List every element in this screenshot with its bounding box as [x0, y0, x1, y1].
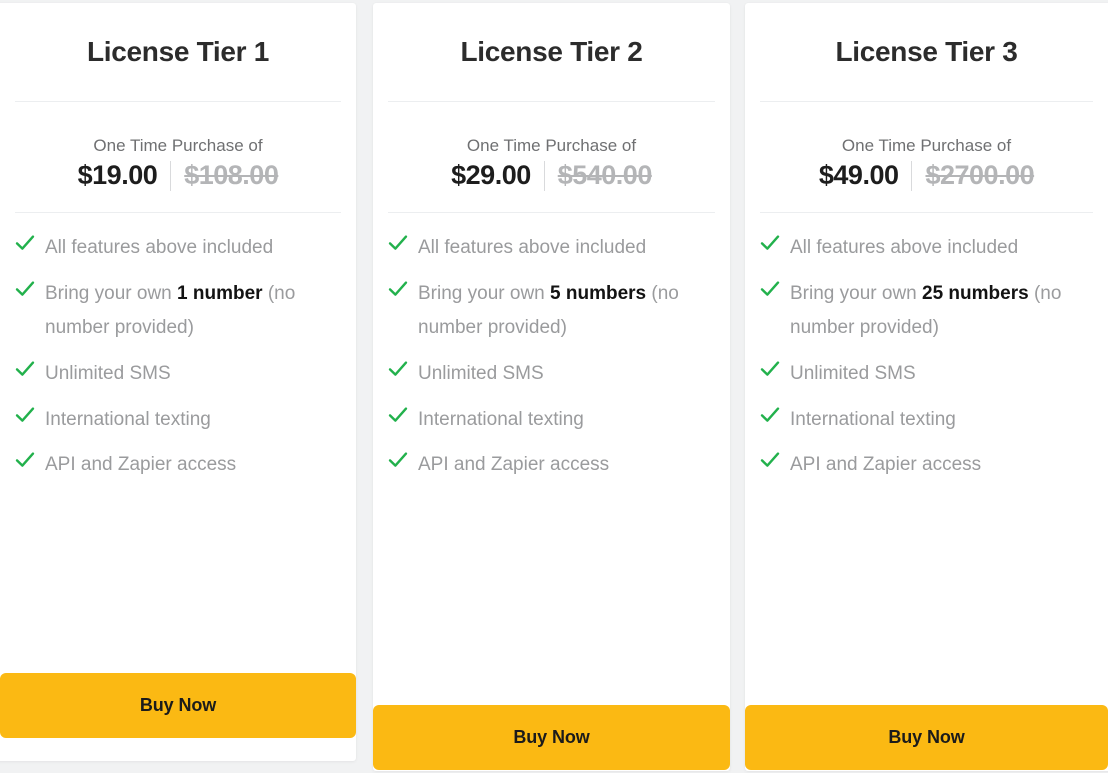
feature-list: All features above included Bring your ow…: [373, 213, 730, 705]
price-block: One Time Purchase of $49.00 $2700.00: [745, 102, 1108, 212]
buy-now-button[interactable]: Buy Now: [745, 705, 1108, 770]
feature-label: Unlimited SMS: [45, 362, 171, 384]
list-item: International texting: [387, 403, 702, 437]
price-separator: [543, 160, 545, 191]
feature-emphasis: 5 numbers: [550, 283, 647, 305]
price-caption: One Time Purchase of: [93, 136, 263, 155]
feature-label: API and Zapier access: [418, 454, 610, 476]
buy-now-button[interactable]: Buy Now: [0, 673, 356, 738]
feature-label: Unlimited SMS: [418, 362, 544, 384]
price-caption: One Time Purchase of: [466, 136, 637, 155]
list-item: All features above included: [387, 231, 702, 265]
feature-label: All features above included: [418, 237, 647, 259]
list-item: All features above included: [14, 231, 332, 265]
list-item: API and Zapier access: [14, 448, 332, 482]
feature-label: International texting: [418, 408, 584, 430]
feature-list: All features above included Bring your ow…: [745, 213, 1108, 705]
buy-now-button[interactable]: Buy Now: [373, 705, 730, 770]
current-price: $19.00: [77, 160, 158, 191]
check-icon: [759, 357, 781, 381]
price-row: $19.00 $108.00: [15, 160, 341, 191]
check-icon: [387, 357, 409, 381]
page-title: License Tier 2: [460, 35, 643, 67]
list-item: Bring your own 25 numbers (no number pro…: [759, 277, 1085, 345]
page-title: License Tier 1: [86, 35, 270, 67]
feature-label: International texting: [45, 408, 211, 430]
page-title: License Tier 3: [835, 35, 1018, 67]
feature-label: Bring your own 1 number (no number provi…: [45, 283, 296, 338]
list-item: International texting: [14, 403, 332, 437]
feature-label: API and Zapier access: [45, 454, 237, 476]
check-icon: [387, 231, 409, 255]
current-price: $49.00: [818, 160, 899, 191]
check-icon: [759, 403, 781, 427]
list-item: Bring your own 1 number (no number provi…: [14, 277, 332, 345]
pricing-card-tier-2: License Tier 2 One Time Purchase of $29.…: [373, 3, 730, 771]
feature-label: All features above included: [45, 237, 274, 259]
pricing-table: License Tier 1 One Time Purchase of $19.…: [0, 0, 1108, 773]
price-caption: One Time Purchase of: [841, 136, 1012, 155]
original-price: $108.00: [184, 160, 279, 191]
check-icon: [14, 277, 36, 301]
list-item: International texting: [759, 403, 1085, 437]
check-icon: [14, 357, 36, 381]
card-header: License Tier 1: [0, 3, 356, 101]
check-icon: [14, 448, 36, 472]
price-row: $49.00 $2700.00: [760, 160, 1093, 191]
check-icon: [387, 403, 409, 427]
check-icon: [759, 277, 781, 301]
price-separator: [911, 160, 913, 191]
check-icon: [14, 231, 36, 255]
feature-emphasis: 1 number: [177, 283, 263, 305]
original-price: $2700.00: [925, 160, 1035, 191]
check-icon: [759, 448, 781, 472]
price-separator: [170, 160, 172, 191]
feature-label: API and Zapier access: [790, 454, 982, 476]
list-item: API and Zapier access: [759, 448, 1085, 482]
check-icon: [387, 277, 409, 301]
card-header: License Tier 2: [373, 3, 730, 101]
feature-emphasis: 25 numbers: [922, 283, 1029, 305]
price-block: One Time Purchase of $29.00 $540.00: [373, 102, 730, 212]
price-row: $29.00 $540.00: [388, 160, 715, 191]
pricing-card-tier-1: License Tier 1 One Time Purchase of $19.…: [0, 3, 356, 761]
pricing-card-tier-3: License Tier 3 One Time Purchase of $49.…: [745, 3, 1108, 771]
list-item: Bring your own 5 numbers (no number prov…: [387, 277, 702, 345]
buy-button-wrap: Buy Now: [373, 705, 730, 771]
current-price: $29.00: [451, 160, 531, 191]
list-item: Unlimited SMS: [387, 357, 702, 391]
feature-label: Bring your own 25 numbers (no number pro…: [790, 283, 1062, 338]
list-item: API and Zapier access: [387, 448, 702, 482]
buy-button-wrap: Buy Now: [0, 673, 356, 761]
feature-label: All features above included: [790, 237, 1019, 259]
check-icon: [14, 403, 36, 427]
check-icon: [759, 231, 781, 255]
original-price: $540.00: [557, 160, 653, 191]
feature-list: All features above included Bring your ow…: [0, 213, 356, 673]
feature-label: Unlimited SMS: [790, 362, 916, 384]
feature-label: International texting: [790, 408, 956, 430]
list-item: All features above included: [759, 231, 1085, 265]
card-header: License Tier 3: [745, 3, 1108, 101]
list-item: Unlimited SMS: [759, 357, 1085, 391]
check-icon: [387, 448, 409, 472]
feature-label: Bring your own 5 numbers (no number prov…: [418, 283, 679, 338]
list-item: Unlimited SMS: [14, 357, 332, 391]
buy-button-wrap: Buy Now: [745, 705, 1108, 771]
price-block: One Time Purchase of $19.00 $108.00: [0, 102, 356, 212]
